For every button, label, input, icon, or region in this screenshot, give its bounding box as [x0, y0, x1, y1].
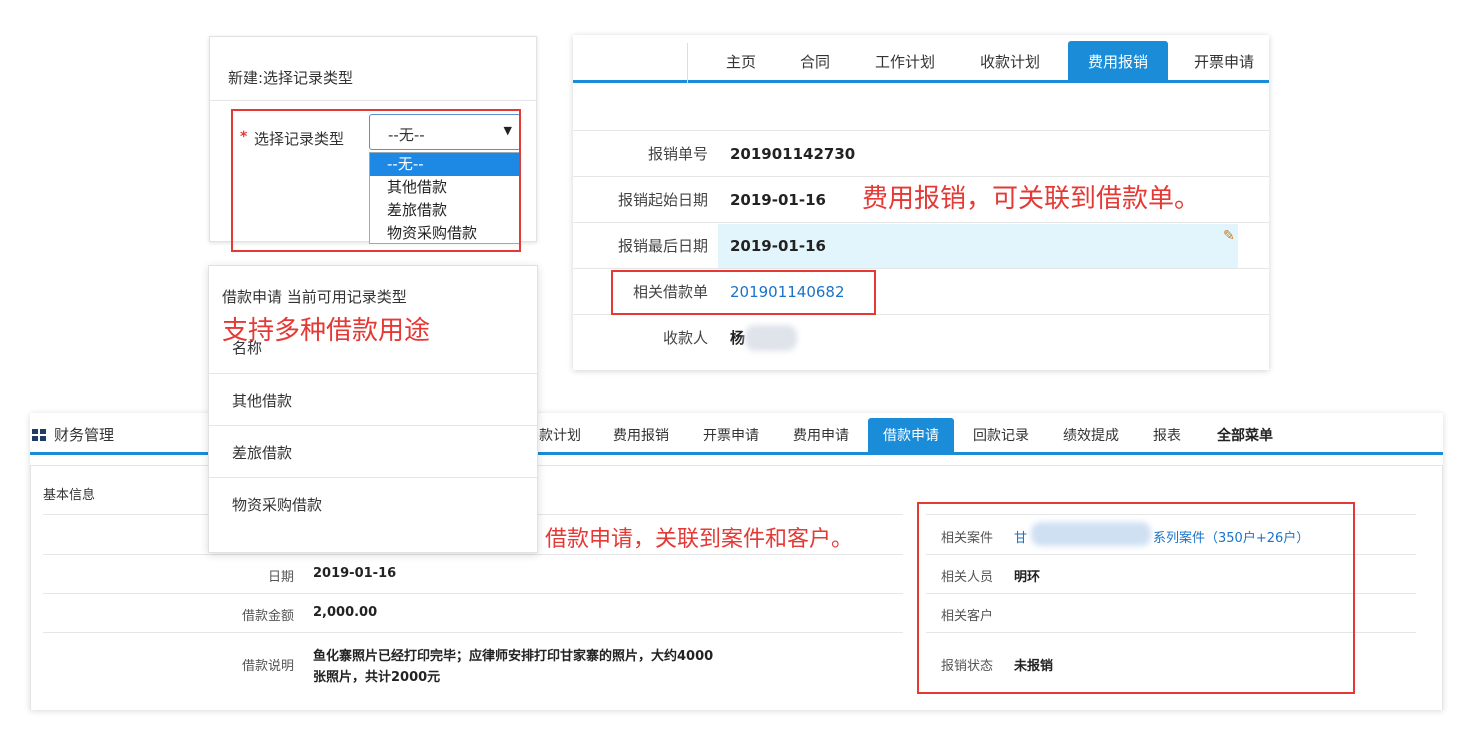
field-value-description-line1: 鱼化寨照片已经打印完毕；应律师安排打印甘家寨的照片，大约4000 [313, 649, 714, 664]
field-value-description-line2: 张照片，共计2000元 [313, 670, 441, 685]
list-item[interactable]: 其他借款 [209, 373, 537, 425]
list-item-label: 其他借款 [232, 392, 293, 410]
highlight-box-related-info [917, 502, 1355, 694]
tab-invoice-request[interactable]: 开票申请 [695, 418, 767, 455]
tab-home[interactable]: 主页 [713, 41, 769, 83]
field-row-end-date: 报销最后日期 2019-01-16 ✎ [573, 222, 1269, 268]
column-header-name: 名称 [232, 339, 263, 357]
field-value-amount: 2,000.00 [313, 605, 378, 620]
app-grid-icon[interactable] [32, 429, 46, 441]
tab-collection-plan[interactable]: 收款计划 [965, 41, 1055, 83]
loan-record-types-panel: 借款申请 当前可用记录类型 支持多种借款用途 名称 其他借款 差旅借款 物资采购… [208, 265, 538, 553]
field-label-description: 借款说明 [241, 659, 294, 674]
row-divider [43, 593, 903, 594]
tab-contract[interactable]: 合同 [785, 41, 845, 83]
field-row-payee: 收款人 杨 [573, 314, 1269, 360]
list-item-label: 物资采购借款 [232, 496, 323, 514]
highlight-box-related-loan [611, 270, 876, 315]
redacted-blur [745, 325, 797, 351]
field-row-reimbursement-no: 报销单号 201901142730 [573, 130, 1269, 176]
field-label-amount: 借款金额 [241, 609, 294, 624]
tab-performance-commission[interactable]: 绩效提成 [1055, 418, 1127, 455]
field-label: 报销起始日期 [617, 191, 708, 209]
tab-work-plan[interactable]: 工作计划 [861, 41, 949, 83]
tab-invoice-request[interactable]: 开票申请 [1181, 41, 1267, 83]
divider [210, 100, 536, 101]
row-divider [43, 554, 903, 555]
field-value: 201901142730 [730, 145, 856, 163]
tab-all-menus[interactable]: 全部菜单 [1205, 418, 1285, 455]
list-item[interactable]: 物资采购借款 [209, 477, 537, 529]
field-label: 报销单号 [647, 145, 708, 163]
pencil-icon[interactable]: ✎ [1223, 228, 1235, 244]
tab-loan-request[interactable]: 借款申请 [868, 418, 954, 455]
field-value: 2019-01-16 [730, 191, 826, 209]
tab-expense-reimbursement[interactable]: 费用报销 [605, 418, 677, 455]
tab-expense-reimbursement[interactable]: 费用报销 [1068, 41, 1168, 83]
dialog-title: 新建:选择记录类型 [228, 69, 354, 87]
row-divider [43, 632, 903, 633]
tab-separator [687, 43, 688, 83]
app-title: 财务管理 [54, 426, 115, 444]
expense-tab-bar: 主页 合同 工作计划 收款计划 费用报销 开票申请 [573, 35, 1269, 83]
field-label: 报销最后日期 [617, 237, 708, 255]
tab-payment-records[interactable]: 回款记录 [965, 418, 1037, 455]
panel-heading: 借款申请 当前可用记录类型 [222, 288, 407, 306]
highlight-box-record-type [231, 109, 521, 252]
tab-expense-request[interactable]: 费用申请 [785, 418, 857, 455]
field-value-date: 2019-01-16 [313, 566, 397, 581]
list-item-label: 差旅借款 [232, 444, 293, 462]
expense-annotation: 费用报销，可关联到借款单。 [862, 184, 1201, 214]
field-label-date: 日期 [267, 570, 294, 585]
section-title: 基本信息 [43, 488, 96, 503]
field-label: 收款人 [662, 329, 708, 347]
field-value: 杨 [730, 329, 746, 347]
field-value: 2019-01-16 [730, 237, 826, 255]
tab-reports[interactable]: 报表 [1145, 418, 1189, 455]
list-item[interactable]: 差旅借款 [209, 425, 537, 477]
tab-collection-plan[interactable]: 款计划 [530, 418, 590, 455]
loan-annotation: 借款申请，关联到案件和客户。 [545, 527, 854, 552]
